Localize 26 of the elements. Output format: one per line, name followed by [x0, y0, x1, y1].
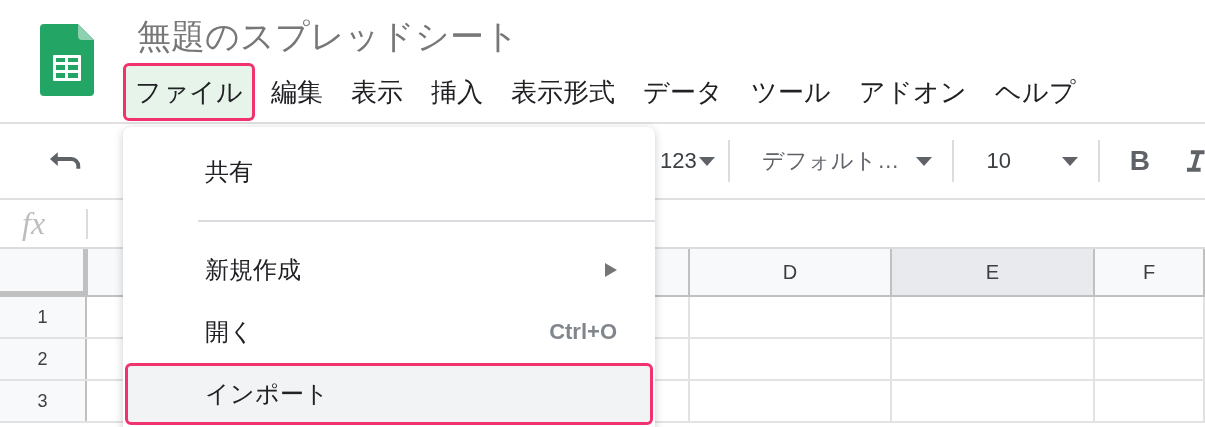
menu-item[interactable]: 挿入 — [419, 63, 495, 121]
menu-option[interactable]: インポート — [125, 363, 653, 425]
row-number[interactable]: 3 — [0, 381, 87, 421]
column-header[interactable]: F — [1095, 249, 1205, 295]
menu-option[interactable]: 開く Ctrl+O — [125, 301, 653, 363]
menu-option[interactable]: 新規作成 — [125, 239, 653, 301]
menu-item[interactable]: アドオン — [847, 63, 979, 121]
bold-button[interactable]: B — [1122, 145, 1158, 177]
font-dropdown[interactable]: デフォルト… — [730, 146, 953, 176]
document-title[interactable]: 無題のスプレッドシート — [137, 14, 1088, 58]
formula-label: fx — [21, 205, 47, 242]
menu-item[interactable]: ファイル — [123, 63, 255, 121]
shortcut-text: Ctrl+O — [549, 319, 617, 345]
menu-item[interactable]: ヘルプ — [983, 63, 1088, 121]
menu-item[interactable]: データ — [631, 63, 735, 121]
font-size-dropdown[interactable]: 10 — [954, 148, 1099, 174]
column-header[interactable]: E — [892, 249, 1095, 295]
row-number[interactable]: 2 — [0, 339, 87, 379]
menu-item[interactable]: 表示形式 — [499, 63, 627, 121]
menu-item[interactable]: 表示 — [339, 63, 415, 121]
menu-item[interactable]: ツール — [739, 63, 843, 121]
menu-option[interactable]: 共有 — [125, 141, 653, 203]
column-header[interactable]: D — [690, 249, 892, 295]
menu-item[interactable]: 編集 — [259, 63, 335, 121]
row-number[interactable]: 1 — [0, 297, 87, 337]
number-format-dropdown[interactable]: 123 — [659, 148, 729, 174]
